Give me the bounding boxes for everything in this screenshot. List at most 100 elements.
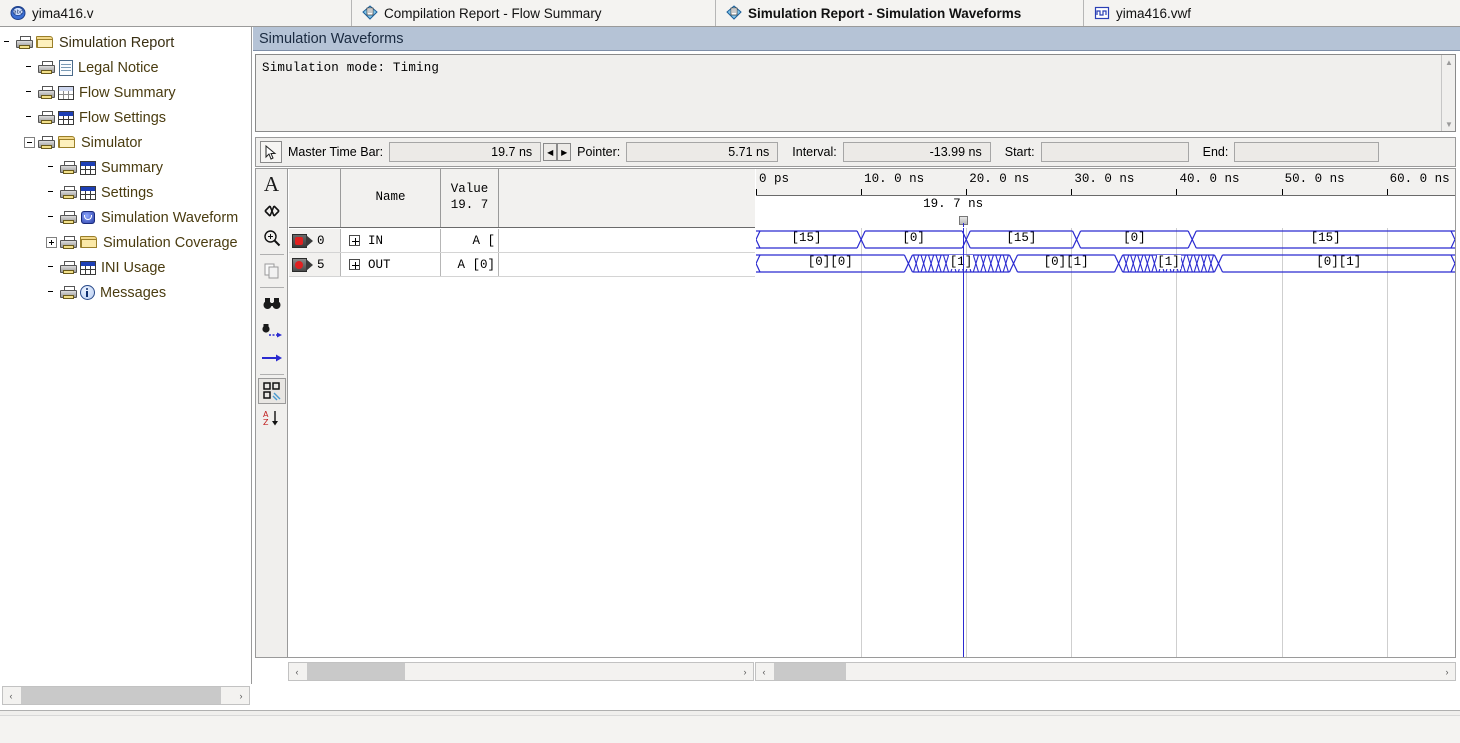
scroll-right-arrow[interactable]: ›	[1439, 663, 1455, 680]
tree-expander-spacer	[46, 287, 57, 298]
signal-name-cell[interactable]: IN	[341, 229, 441, 252]
scroll-up-arrow[interactable]: ▲	[1442, 55, 1456, 69]
table-icon	[58, 85, 74, 100]
tree-item-simulation-report[interactable]: Simulation Report	[2, 30, 251, 55]
signal-name-cell[interactable]: OUT	[341, 253, 441, 276]
tab-yima416-v[interactable]: abc yima416.v	[0, 0, 352, 26]
mode-box-vertical-scrollbar[interactable]: ▲ ▼	[1441, 55, 1455, 131]
print-report-icon[interactable]	[59, 160, 79, 176]
tree-item-flow-settings[interactable]: Flow Settings	[2, 105, 251, 130]
tree-item-flow-summary[interactable]: Flow Summary	[2, 80, 251, 105]
bus-value-label: [1]	[948, 255, 973, 269]
time-tick-label: 20. 0 ns	[969, 172, 1030, 186]
end-value[interactable]	[1234, 142, 1380, 162]
svg-text:Z: Z	[263, 418, 269, 427]
scroll-down-arrow[interactable]: ▼	[1442, 117, 1456, 131]
tree-expander-spacer	[2, 37, 13, 48]
tree-item-simulation-coverage[interactable]: Simulation Coverage	[2, 230, 251, 255]
scroll-thumb[interactable]	[21, 687, 221, 704]
print-report-icon[interactable]	[59, 260, 79, 276]
pointer-value[interactable]: 5.71 ns	[626, 142, 779, 162]
tree-item-messages[interactable]: Messages	[2, 280, 251, 305]
tree-expand-toggle[interactable]	[46, 237, 57, 248]
time-tick-mark	[1176, 189, 1178, 195]
start-value[interactable]	[1040, 142, 1189, 162]
waveform-icon	[80, 210, 96, 225]
tree-expander-spacer	[24, 62, 35, 73]
waveform-scroll-row: ‹ › ‹ ›	[255, 660, 1456, 682]
print-report-icon[interactable]	[59, 235, 79, 251]
master-time-bar-track[interactable]: 19. 7 ns	[756, 197, 1455, 227]
copy-tool[interactable]	[258, 258, 286, 284]
sort-az-tool[interactable]: AZ	[258, 405, 286, 431]
scroll-right-arrow[interactable]: ›	[233, 687, 249, 704]
print-report-icon[interactable]	[59, 185, 79, 201]
tab-simulation-report-waveforms[interactable]: Simulation Report - Simulation Waveforms	[716, 0, 1084, 26]
print-report-icon[interactable]	[37, 110, 57, 126]
interval-value[interactable]: -13.99 ns	[842, 142, 991, 162]
master-time-bar-value[interactable]: 19.7 ns	[389, 142, 542, 162]
print-report-icon[interactable]	[15, 35, 35, 51]
tab-yima416-vwf[interactable]: yima416.vwf	[1084, 0, 1205, 26]
waveform-editing-tool[interactable]	[258, 198, 286, 224]
waveform-canvas-area[interactable]: 0 ps 10. 0 ns 20. 0 ns 30. 0 ns 40. 0 ns 50. …	[756, 169, 1455, 657]
arrow-cursor-icon[interactable]	[260, 141, 282, 163]
print-report-icon[interactable]	[37, 135, 57, 151]
tree-horizontal-scrollbar[interactable]: ‹ ›	[2, 686, 250, 705]
column-header-value-line2: 19. 7	[450, 198, 489, 212]
tab-label: Simulation Report - Simulation Waveforms	[748, 5, 1022, 21]
tab-compilation-report[interactable]: Compilation Report - Flow Summary	[352, 0, 716, 26]
pointer-label: Pointer:	[577, 145, 621, 159]
tree-item-simulation-waveform[interactable]: Simulation Waveform	[2, 205, 251, 230]
bus-value-label: [0][1]	[1043, 255, 1089, 269]
node-finder-tool[interactable]	[257, 378, 286, 404]
scroll-track[interactable]	[772, 663, 1439, 680]
signal-row[interactable]: 5 OUT A [0]	[289, 253, 755, 277]
zoom-tool[interactable]	[258, 225, 286, 251]
time-ruler[interactable]: 0 ps 10. 0 ns 20. 0 ns 30. 0 ns 40. 0 ns 50. …	[756, 169, 1455, 196]
bus-value-label: [15]	[1310, 231, 1341, 245]
scroll-thumb[interactable]	[774, 663, 846, 680]
tree-collapse-toggle[interactable]	[24, 137, 35, 148]
waveform-horizontal-scrollbar[interactable]: ‹ ›	[755, 662, 1456, 681]
signal-row[interactable]: 0 IN A [	[289, 229, 755, 253]
find-tool[interactable]	[258, 291, 286, 317]
scroll-left-arrow[interactable]: ‹	[3, 687, 19, 704]
scroll-right-arrow[interactable]: ›	[737, 663, 753, 680]
print-report-icon[interactable]	[37, 60, 57, 76]
scroll-thumb[interactable]	[307, 663, 405, 680]
signal-grid-horizontal-scrollbar[interactable]: ‹ ›	[288, 662, 754, 681]
report-tree-panel[interactable]: Simulation Report Legal Notice Flow Summar…	[0, 27, 252, 684]
print-report-icon[interactable]	[59, 285, 79, 301]
scroll-left-arrow[interactable]: ‹	[756, 663, 772, 680]
tab-label: Compilation Report - Flow Summary	[384, 5, 602, 21]
bus-expand-toggle[interactable]	[349, 235, 360, 246]
spin-right-button[interactable]: ▶	[557, 143, 572, 161]
bus-expand-toggle[interactable]	[349, 259, 360, 270]
tree-item-summary[interactable]: Summary	[2, 155, 251, 180]
tree-item-ini-usage[interactable]: INI Usage	[2, 255, 251, 280]
text-tool[interactable]: A	[258, 171, 286, 197]
scroll-track[interactable]	[19, 687, 233, 704]
tree-expander-spacer	[46, 187, 57, 198]
scroll-track[interactable]	[305, 663, 737, 680]
tree-item-legal-notice[interactable]: Legal Notice	[2, 55, 251, 80]
time-tick-label: 60. 0 ns	[1389, 172, 1450, 186]
tree-item-simulator[interactable]: Simulator	[2, 130, 251, 155]
tree-item-label: Settings	[101, 184, 154, 201]
master-time-bar-cursor[interactable]	[963, 228, 965, 657]
svg-text:abc: abc	[14, 10, 23, 16]
waveform-plot[interactable]: [15] [0] [15] [0] [15] [0][0] [1] [0][1] [1] [0][…	[756, 228, 1455, 657]
print-report-icon[interactable]	[59, 210, 79, 226]
simulation-mode-box: Simulation mode: Timing ▲ ▼	[255, 54, 1456, 132]
table-icon	[58, 110, 74, 125]
find-next-tool[interactable]	[258, 318, 286, 344]
master-time-bar-readout: 19. 7 ns	[923, 197, 984, 211]
master-time-bar-spinner[interactable]: ◀ ▶	[543, 143, 572, 161]
tree-expander-spacer	[46, 162, 57, 173]
print-report-icon[interactable]	[37, 85, 57, 101]
spin-left-button[interactable]: ◀	[543, 143, 558, 161]
scroll-left-arrow[interactable]: ‹	[289, 663, 305, 680]
goto-tool[interactable]	[258, 345, 286, 371]
tree-item-settings[interactable]: Settings	[2, 180, 251, 205]
